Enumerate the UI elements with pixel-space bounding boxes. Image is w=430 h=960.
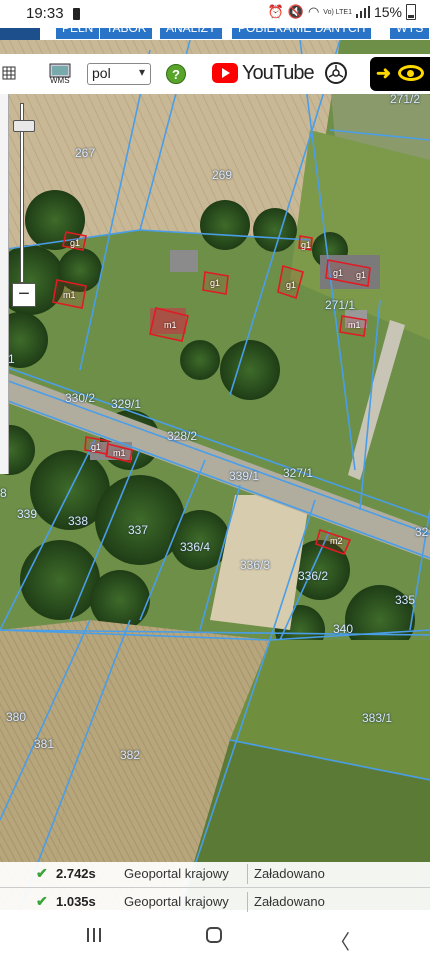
check-icon: ✔	[36, 893, 48, 909]
log-status: Załadowano	[254, 866, 325, 881]
parcel-label: 328/2	[167, 429, 198, 443]
log-row: ✔ 2.742s Geoportal krajowy Załadowano	[0, 862, 430, 886]
battery-icon	[406, 4, 416, 20]
parcel-label: 267	[75, 146, 96, 160]
parcel-label: 8	[0, 486, 7, 500]
divider	[247, 864, 248, 884]
status-icons: ⏰ 🔇 ◠ Vo) LTE1 15%	[268, 4, 416, 20]
chevron-down-icon: ▾	[138, 65, 145, 79]
building-label: g1	[91, 442, 102, 452]
parcel-label: 380	[6, 710, 27, 724]
building-label: g1	[286, 280, 297, 290]
parcel-label: 335	[395, 593, 416, 607]
left-panel-edge[interactable]	[0, 94, 9, 474]
log-time: 1.035s	[56, 894, 96, 909]
log-time: 2.742s	[56, 866, 96, 881]
parcel-label: 336/4	[180, 540, 211, 554]
log-source: Geoportal krajowy	[124, 894, 229, 909]
android-nav-bar: 〈	[0, 912, 430, 960]
parcel-label: 336/2	[298, 569, 329, 583]
log-status: Załadowano	[254, 894, 325, 909]
zoom-slider[interactable]: −	[10, 95, 36, 315]
parcel-label: 382	[120, 748, 141, 762]
arrow-icon: ➜	[376, 63, 392, 83]
youtube-text[interactable]: YouTube	[242, 62, 315, 85]
zoom-out-button[interactable]: −	[12, 283, 36, 307]
parcel-label: 330/2	[65, 391, 96, 405]
parcel-label: 32	[415, 525, 429, 539]
log-row: ✔ 1.035s Geoportal krajowy Załadowano	[0, 890, 430, 914]
home-icon[interactable]	[206, 927, 222, 943]
building-label: g1	[333, 268, 344, 278]
status-bar: 19:33 ⏰ 🔇 ◠ Vo) LTE1 15%	[0, 0, 430, 28]
map-toolbar: WMS pol ▾ ? YouTube ➜	[0, 54, 430, 94]
parcel-label: 271/1	[325, 298, 356, 312]
alarm-icon: ⏰	[267, 4, 284, 19]
wms-label: WMS	[50, 76, 70, 85]
parcel-label: 339	[17, 507, 38, 521]
building-label: m1	[63, 290, 76, 300]
wms-button[interactable]: WMS	[48, 62, 72, 86]
battery-percent: 15%	[373, 4, 402, 20]
lte-icon: Vo) LTE1	[323, 8, 352, 16]
divider	[247, 892, 248, 912]
parcel-label: 271/2	[390, 92, 421, 106]
parcel-label: 329/1	[111, 397, 142, 411]
parcel-label: 339/1	[229, 469, 260, 483]
building-label: m2	[330, 536, 343, 546]
steering-wheel-icon[interactable]	[325, 62, 347, 84]
eye-icon	[398, 65, 424, 81]
parcel-label: 337	[128, 523, 149, 537]
building-label: m1	[113, 448, 126, 458]
map-view[interactable]: 267 269 271/2 271/1 330/2 329/1 328/2 33…	[0, 40, 430, 910]
notification-icon	[73, 8, 80, 20]
wifi-icon: ◠	[307, 4, 320, 19]
youtube-logo-icon[interactable]	[212, 63, 238, 83]
building-label: g1	[70, 238, 81, 248]
building-label: m1	[164, 320, 177, 330]
parcel-label: 327/1	[283, 466, 314, 480]
parcel-label: 340	[333, 622, 354, 636]
parcel-label: 1	[8, 352, 15, 366]
help-button[interactable]: ?	[166, 64, 186, 84]
menu-corner	[0, 28, 40, 40]
building-label: g1	[356, 270, 367, 280]
divider	[0, 887, 430, 888]
check-icon: ✔	[36, 865, 48, 881]
signal-icon	[355, 6, 370, 18]
accessibility-button[interactable]: ➜	[370, 57, 430, 91]
parcel-label: 338	[68, 514, 89, 528]
parcel-label: 381	[34, 737, 55, 751]
parcel-label: 383/1	[362, 711, 393, 725]
clock: 19:33	[26, 5, 64, 22]
building-label: g1	[210, 278, 221, 288]
back-icon[interactable]: 〈	[330, 926, 350, 955]
zoom-handle[interactable]	[13, 120, 35, 132]
load-log: ✔ 2.742s Geoportal krajowy Załadowano ✔ …	[0, 862, 430, 912]
parcel-label: 269	[212, 168, 233, 182]
grid-icon[interactable]	[2, 66, 16, 80]
building-label: m1	[348, 320, 361, 330]
language-value: pol	[92, 65, 111, 81]
mute-icon: 🔇	[287, 4, 304, 19]
help-icon: ?	[172, 67, 180, 82]
log-source: Geoportal krajowy	[124, 866, 229, 881]
recent-apps-icon[interactable]	[87, 927, 103, 943]
building-label: g1	[301, 240, 312, 250]
language-select[interactable]: pol ▾	[87, 63, 151, 85]
parcel-label: 336/3	[240, 558, 271, 572]
